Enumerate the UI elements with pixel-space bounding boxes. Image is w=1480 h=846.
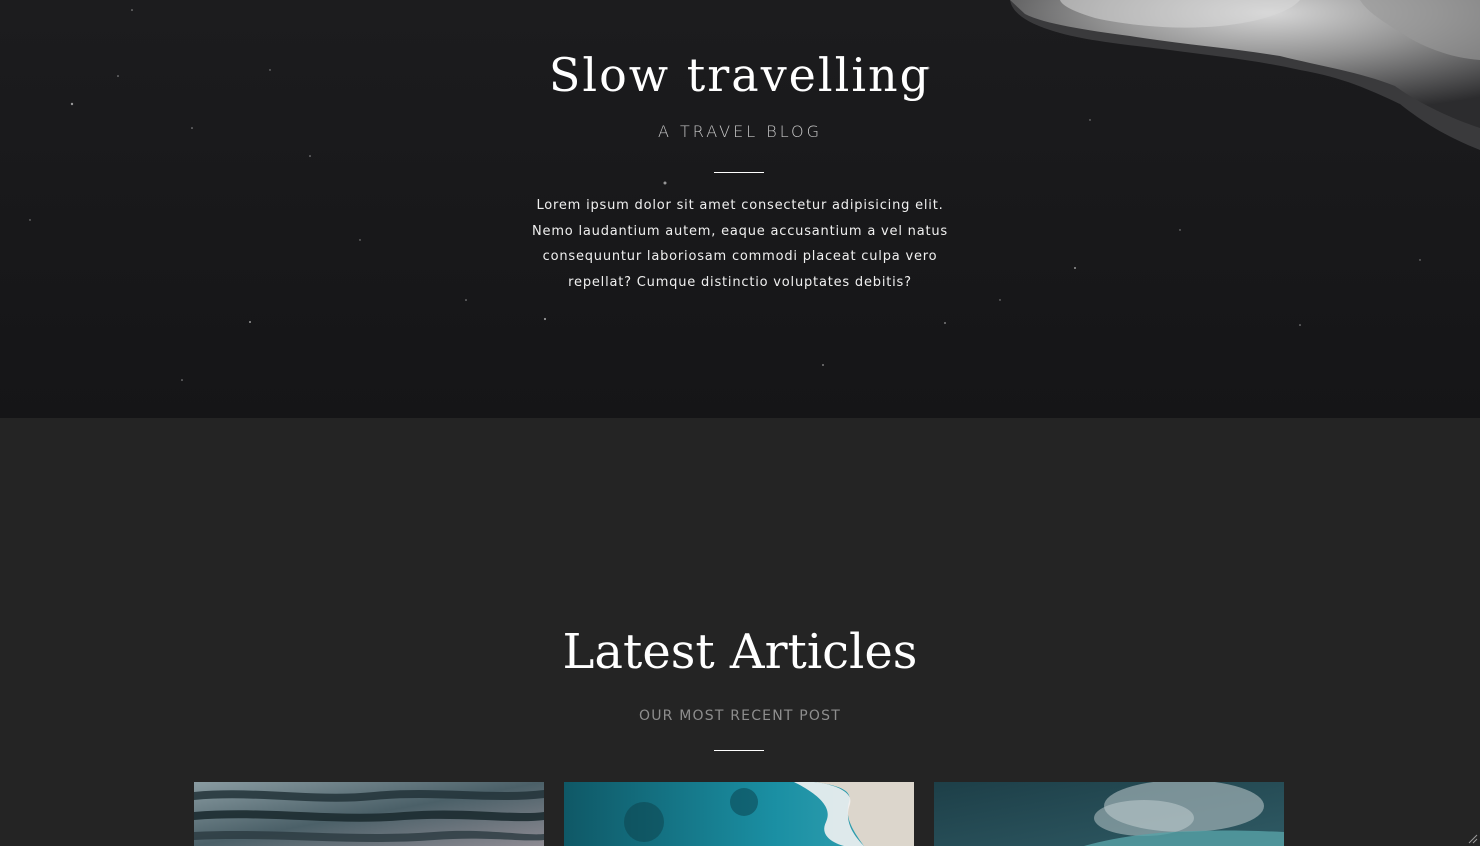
article-card-3-image xyxy=(934,782,1284,846)
resize-grip-icon[interactable] xyxy=(1466,832,1478,844)
article-card-1-image xyxy=(194,782,544,846)
hero-intro-text: Lorem ipsum dolor sit amet consectetur a… xyxy=(532,198,948,290)
hero-subtitle: A TRAVEL BLOG xyxy=(657,122,823,141)
latest-articles-divider xyxy=(714,750,764,751)
latest-articles-title: Latest Articles xyxy=(562,624,918,680)
latest-articles-subtitle: OUR MOST RECENT POST xyxy=(638,708,841,724)
hero-divider xyxy=(714,172,764,173)
article-card-2[interactable] xyxy=(564,782,914,846)
article-card-1[interactable] xyxy=(194,782,544,846)
hero-title: Slow travelling xyxy=(548,48,932,102)
article-card-3[interactable] xyxy=(934,782,1284,846)
latest-articles-section: Latest Articles OUR MOST RECENT POST xyxy=(0,418,1480,846)
page: Slow travelling A TRAVEL BLOG Lorem ipsu… xyxy=(0,0,1480,846)
hero-section: Slow travelling A TRAVEL BLOG Lorem ipsu… xyxy=(0,0,1480,418)
article-card-2-image xyxy=(564,782,914,846)
